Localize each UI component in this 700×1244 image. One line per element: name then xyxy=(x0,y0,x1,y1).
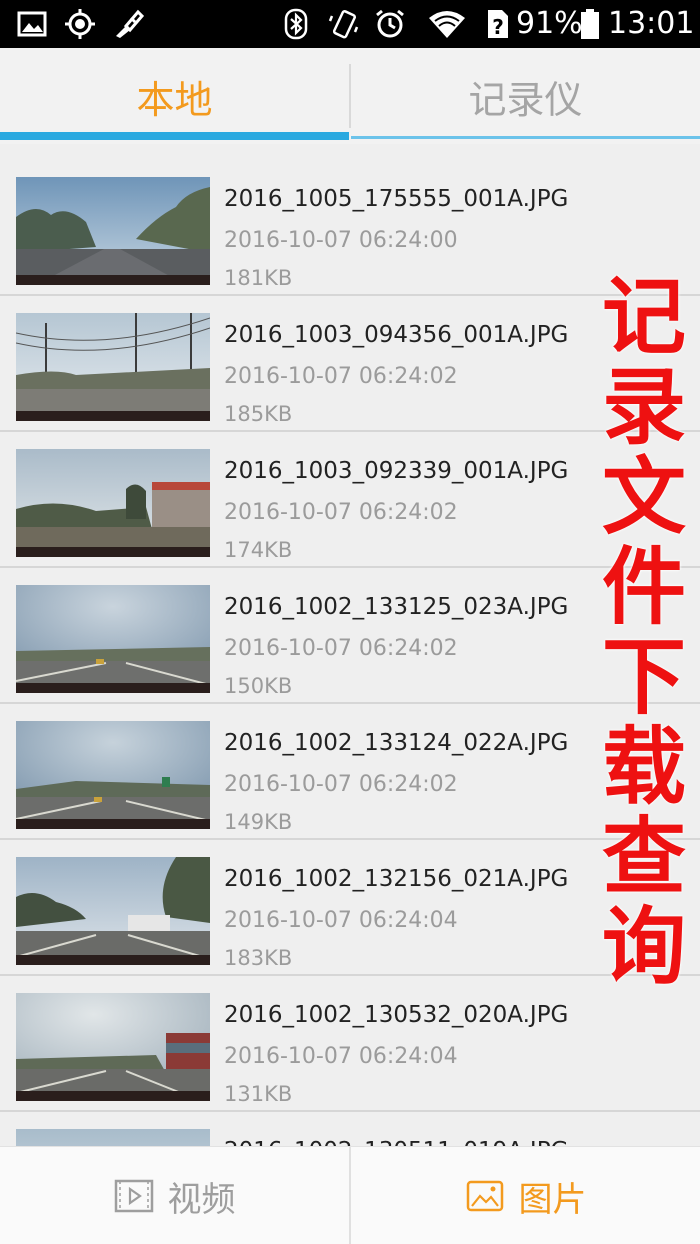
photo-thumbnail xyxy=(16,585,210,693)
file-row[interactable]: 2016_1005_175555_001A.JPG 2016-10-07 06:… xyxy=(0,160,700,296)
file-name: 2016_1002_132156_021A.JPG xyxy=(224,866,569,892)
file-date: 2016-10-07 06:24:02 xyxy=(224,364,458,389)
location-icon xyxy=(65,9,95,39)
file-size: 181KB xyxy=(224,266,293,290)
sim-unknown-icon: ? xyxy=(488,10,508,39)
top-tab-bar: 本地 记录仪 xyxy=(0,48,700,144)
clock: 13:01 xyxy=(608,6,695,41)
file-row[interactable]: 2016_1002_132156_021A.JPG 2016-10-07 06:… xyxy=(0,840,700,976)
file-row[interactable]: 2016_1002_130511_019A.JPG xyxy=(0,1112,700,1146)
file-size: 183KB xyxy=(224,946,293,970)
photo-thumbnail xyxy=(16,1129,210,1146)
overlay-char: 下 xyxy=(601,628,686,726)
file-row[interactable]: 2016_1002_130532_020A.JPG 2016-10-07 06:… xyxy=(0,976,700,1112)
vibrate-icon xyxy=(328,9,359,39)
file-name: 2016_1002_133125_023A.JPG xyxy=(224,594,569,620)
video-icon xyxy=(114,1179,153,1213)
file-size: 174KB xyxy=(224,538,293,562)
photo-thumbnail xyxy=(16,449,210,557)
tab-local[interactable]: 本地 xyxy=(0,48,349,144)
file-size: 185KB xyxy=(224,402,293,426)
file-name: 2016_1002_130532_020A.JPG xyxy=(224,1002,569,1028)
tab-indicator-active xyxy=(0,132,349,140)
file-date: 2016-10-07 06:24:04 xyxy=(224,1044,458,1069)
photo-thumbnail xyxy=(16,313,210,421)
file-list[interactable]: 2016_1005_175555_001A.JPG 2016-10-07 06:… xyxy=(0,160,700,1146)
tab-recorder-label: 记录仪 xyxy=(468,77,583,122)
overlay-char: 载 xyxy=(601,718,686,816)
file-name: 2016_1005_175555_001A.JPG xyxy=(224,186,569,212)
file-name: 2016_1003_092339_001A.JPG xyxy=(224,458,569,484)
file-date: 2016-10-07 06:24:02 xyxy=(224,500,458,525)
file-date: 2016-10-07 06:24:00 xyxy=(224,228,458,253)
brush-icon xyxy=(116,9,144,38)
file-name: 2016_1003_094356_001A.JPG xyxy=(224,322,569,348)
battery-percent: 91% xyxy=(516,6,583,41)
file-name: 2016_1002_130511_019A.JPG xyxy=(224,1138,568,1146)
file-date: 2016-10-07 06:24:04 xyxy=(224,908,458,933)
file-row[interactable]: 2016_1002_133125_023A.JPG 2016-10-07 06:… xyxy=(0,568,700,704)
image-icon xyxy=(466,1180,503,1212)
status-bar: ? 91% 13:01 xyxy=(0,0,700,48)
nav-video[interactable]: 视频 xyxy=(0,1147,349,1244)
file-row[interactable]: 2016_1002_133124_022A.JPG 2016-10-07 06:… xyxy=(0,704,700,840)
nav-image-label: 图片 xyxy=(518,1179,587,1220)
svg-text:?: ? xyxy=(492,15,504,39)
file-size: 131KB xyxy=(224,1082,293,1106)
overlay-char: 件 xyxy=(601,538,686,636)
photo-thumbnail xyxy=(16,177,210,285)
photo-thumbnail xyxy=(16,721,210,829)
nav-video-label: 视频 xyxy=(167,1179,236,1220)
tab-recorder[interactable]: 记录仪 xyxy=(351,48,700,144)
wifi-icon xyxy=(429,11,465,38)
photo-thumbnail xyxy=(16,993,210,1101)
overlay-caption: 记 录 文 件 下 载 查 询 xyxy=(596,272,692,992)
overlay-char: 询 xyxy=(601,898,686,996)
bluetooth-icon xyxy=(284,8,308,40)
image-notification-icon xyxy=(17,11,47,37)
file-row[interactable]: 2016_1003_094356_001A.JPG 2016-10-07 06:… xyxy=(0,296,700,432)
tab-local-label: 本地 xyxy=(136,77,213,122)
bottom-nav: 视频 图片 xyxy=(0,1146,700,1244)
overlay-char: 录 xyxy=(601,358,686,456)
file-size: 150KB xyxy=(224,674,293,698)
file-date: 2016-10-07 06:24:02 xyxy=(224,636,458,661)
file-date: 2016-10-07 06:24:02 xyxy=(224,772,458,797)
overlay-char: 文 xyxy=(601,448,686,546)
photo-thumbnail xyxy=(16,857,210,965)
overlay-char: 查 xyxy=(601,808,686,906)
file-size: 149KB xyxy=(224,810,293,834)
file-row[interactable]: 2016_1003_092339_001A.JPG 2016-10-07 06:… xyxy=(0,432,700,568)
battery-icon xyxy=(581,9,599,39)
tab-indicator-track xyxy=(351,136,700,139)
file-name: 2016_1002_133124_022A.JPG xyxy=(224,730,569,756)
alarm-icon xyxy=(376,9,404,38)
overlay-char: 记 xyxy=(601,268,686,366)
nav-image[interactable]: 图片 xyxy=(351,1147,700,1244)
